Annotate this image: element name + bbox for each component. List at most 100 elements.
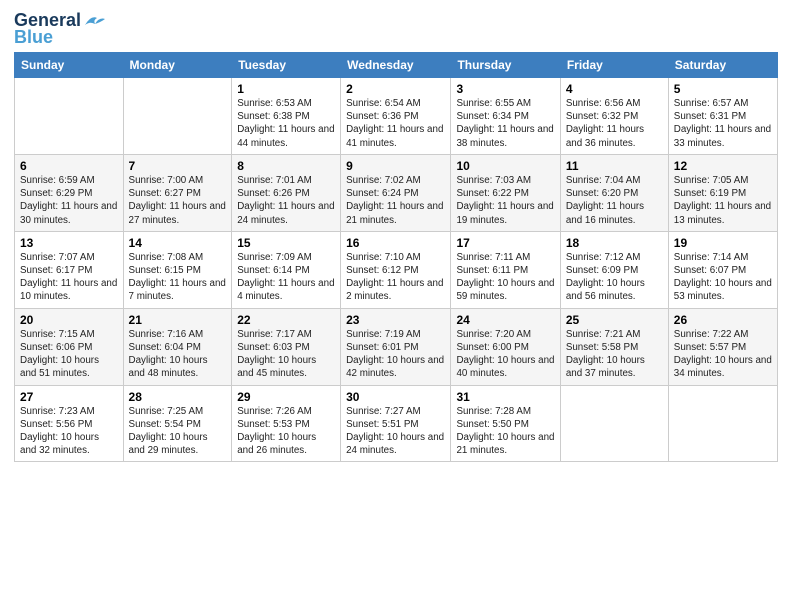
day-info: Sunrise: 7:16 AM Sunset: 6:04 PM Dayligh… [129, 328, 227, 381]
calendar-cell: 17Sunrise: 7:11 AM Sunset: 6:11 PM Dayli… [451, 231, 560, 308]
day-number: 16 [346, 236, 445, 250]
day-number: 21 [129, 313, 227, 327]
day-info: Sunrise: 7:20 AM Sunset: 6:00 PM Dayligh… [456, 328, 554, 381]
calendar-cell: 6Sunrise: 6:59 AM Sunset: 6:29 PM Daylig… [15, 154, 124, 231]
calendar-cell: 11Sunrise: 7:04 AM Sunset: 6:20 PM Dayli… [560, 154, 668, 231]
day-number: 28 [129, 390, 227, 404]
day-number: 26 [674, 313, 772, 327]
day-number: 8 [237, 159, 335, 173]
day-info: Sunrise: 7:22 AM Sunset: 5:57 PM Dayligh… [674, 328, 772, 381]
day-number: 4 [566, 82, 663, 96]
logo-blue-text: Blue [14, 27, 53, 48]
day-number: 11 [566, 159, 663, 173]
calendar-cell: 1Sunrise: 6:53 AM Sunset: 6:38 PM Daylig… [232, 78, 341, 155]
day-info: Sunrise: 6:53 AM Sunset: 6:38 PM Dayligh… [237, 97, 335, 150]
calendar-cell: 5Sunrise: 6:57 AM Sunset: 6:31 PM Daylig… [668, 78, 777, 155]
calendar-cell: 14Sunrise: 7:08 AM Sunset: 6:15 PM Dayli… [123, 231, 232, 308]
calendar-cell: 19Sunrise: 7:14 AM Sunset: 6:07 PM Dayli… [668, 231, 777, 308]
day-info: Sunrise: 7:00 AM Sunset: 6:27 PM Dayligh… [129, 174, 227, 227]
day-number: 20 [20, 313, 118, 327]
day-info: Sunrise: 7:09 AM Sunset: 6:14 PM Dayligh… [237, 251, 335, 304]
day-info: Sunrise: 7:19 AM Sunset: 6:01 PM Dayligh… [346, 328, 445, 381]
calendar-cell [15, 78, 124, 155]
week-row-4: 27Sunrise: 7:23 AM Sunset: 5:56 PM Dayli… [15, 385, 778, 462]
day-number: 27 [20, 390, 118, 404]
calendar-cell: 25Sunrise: 7:21 AM Sunset: 5:58 PM Dayli… [560, 308, 668, 385]
calendar-cell: 31Sunrise: 7:28 AM Sunset: 5:50 PM Dayli… [451, 385, 560, 462]
day-number: 2 [346, 82, 445, 96]
calendar-cell: 16Sunrise: 7:10 AM Sunset: 6:12 PM Dayli… [341, 231, 451, 308]
calendar-cell: 23Sunrise: 7:19 AM Sunset: 6:01 PM Dayli… [341, 308, 451, 385]
day-info: Sunrise: 6:57 AM Sunset: 6:31 PM Dayligh… [674, 97, 772, 150]
col-header-friday: Friday [560, 53, 668, 78]
day-info: Sunrise: 6:59 AM Sunset: 6:29 PM Dayligh… [20, 174, 118, 227]
day-info: Sunrise: 7:28 AM Sunset: 5:50 PM Dayligh… [456, 405, 554, 458]
day-number: 29 [237, 390, 335, 404]
calendar-cell: 12Sunrise: 7:05 AM Sunset: 6:19 PM Dayli… [668, 154, 777, 231]
day-info: Sunrise: 7:11 AM Sunset: 6:11 PM Dayligh… [456, 251, 554, 304]
day-info: Sunrise: 7:17 AM Sunset: 6:03 PM Dayligh… [237, 328, 335, 381]
calendar-cell: 28Sunrise: 7:25 AM Sunset: 5:54 PM Dayli… [123, 385, 232, 462]
week-row-3: 20Sunrise: 7:15 AM Sunset: 6:06 PM Dayli… [15, 308, 778, 385]
day-info: Sunrise: 6:55 AM Sunset: 6:34 PM Dayligh… [456, 97, 554, 150]
logo-bird-icon [83, 13, 105, 29]
calendar-table: SundayMondayTuesdayWednesdayThursdayFrid… [14, 52, 778, 462]
day-number: 17 [456, 236, 554, 250]
day-info: Sunrise: 7:27 AM Sunset: 5:51 PM Dayligh… [346, 405, 445, 458]
day-number: 30 [346, 390, 445, 404]
day-number: 24 [456, 313, 554, 327]
day-number: 7 [129, 159, 227, 173]
day-number: 5 [674, 82, 772, 96]
col-header-saturday: Saturday [668, 53, 777, 78]
calendar-cell: 3Sunrise: 6:55 AM Sunset: 6:34 PM Daylig… [451, 78, 560, 155]
week-row-1: 6Sunrise: 6:59 AM Sunset: 6:29 PM Daylig… [15, 154, 778, 231]
day-number: 18 [566, 236, 663, 250]
week-row-0: 1Sunrise: 6:53 AM Sunset: 6:38 PM Daylig… [15, 78, 778, 155]
day-info: Sunrise: 7:15 AM Sunset: 6:06 PM Dayligh… [20, 328, 118, 381]
day-number: 19 [674, 236, 772, 250]
day-info: Sunrise: 7:23 AM Sunset: 5:56 PM Dayligh… [20, 405, 118, 458]
calendar-cell [668, 385, 777, 462]
logo: General Blue [14, 10, 105, 48]
day-number: 23 [346, 313, 445, 327]
day-info: Sunrise: 7:26 AM Sunset: 5:53 PM Dayligh… [237, 405, 335, 458]
calendar-cell: 20Sunrise: 7:15 AM Sunset: 6:06 PM Dayli… [15, 308, 124, 385]
calendar-cell: 18Sunrise: 7:12 AM Sunset: 6:09 PM Dayli… [560, 231, 668, 308]
day-info: Sunrise: 7:12 AM Sunset: 6:09 PM Dayligh… [566, 251, 663, 304]
calendar-cell: 27Sunrise: 7:23 AM Sunset: 5:56 PM Dayli… [15, 385, 124, 462]
col-header-wednesday: Wednesday [341, 53, 451, 78]
day-number: 31 [456, 390, 554, 404]
calendar-cell: 30Sunrise: 7:27 AM Sunset: 5:51 PM Dayli… [341, 385, 451, 462]
calendar-cell: 13Sunrise: 7:07 AM Sunset: 6:17 PM Dayli… [15, 231, 124, 308]
header: General Blue [14, 10, 778, 48]
day-number: 13 [20, 236, 118, 250]
day-number: 25 [566, 313, 663, 327]
day-info: Sunrise: 7:08 AM Sunset: 6:15 PM Dayligh… [129, 251, 227, 304]
day-number: 22 [237, 313, 335, 327]
day-number: 10 [456, 159, 554, 173]
calendar-cell: 21Sunrise: 7:16 AM Sunset: 6:04 PM Dayli… [123, 308, 232, 385]
day-number: 1 [237, 82, 335, 96]
calendar-cell: 10Sunrise: 7:03 AM Sunset: 6:22 PM Dayli… [451, 154, 560, 231]
calendar-cell: 2Sunrise: 6:54 AM Sunset: 6:36 PM Daylig… [341, 78, 451, 155]
calendar-cell: 15Sunrise: 7:09 AM Sunset: 6:14 PM Dayli… [232, 231, 341, 308]
day-info: Sunrise: 6:54 AM Sunset: 6:36 PM Dayligh… [346, 97, 445, 150]
col-header-sunday: Sunday [15, 53, 124, 78]
day-info: Sunrise: 7:02 AM Sunset: 6:24 PM Dayligh… [346, 174, 445, 227]
day-info: Sunrise: 7:05 AM Sunset: 6:19 PM Dayligh… [674, 174, 772, 227]
day-info: Sunrise: 7:07 AM Sunset: 6:17 PM Dayligh… [20, 251, 118, 304]
col-header-thursday: Thursday [451, 53, 560, 78]
day-info: Sunrise: 7:10 AM Sunset: 6:12 PM Dayligh… [346, 251, 445, 304]
day-info: Sunrise: 7:14 AM Sunset: 6:07 PM Dayligh… [674, 251, 772, 304]
calendar-cell: 7Sunrise: 7:00 AM Sunset: 6:27 PM Daylig… [123, 154, 232, 231]
calendar-cell: 9Sunrise: 7:02 AM Sunset: 6:24 PM Daylig… [341, 154, 451, 231]
calendar-cell [123, 78, 232, 155]
day-info: Sunrise: 7:03 AM Sunset: 6:22 PM Dayligh… [456, 174, 554, 227]
day-number: 9 [346, 159, 445, 173]
col-header-monday: Monday [123, 53, 232, 78]
day-number: 6 [20, 159, 118, 173]
page-container: General Blue SundayMondayTuesdayWednesda… [0, 0, 792, 470]
calendar-cell: 22Sunrise: 7:17 AM Sunset: 6:03 PM Dayli… [232, 308, 341, 385]
day-number: 3 [456, 82, 554, 96]
week-row-2: 13Sunrise: 7:07 AM Sunset: 6:17 PM Dayli… [15, 231, 778, 308]
